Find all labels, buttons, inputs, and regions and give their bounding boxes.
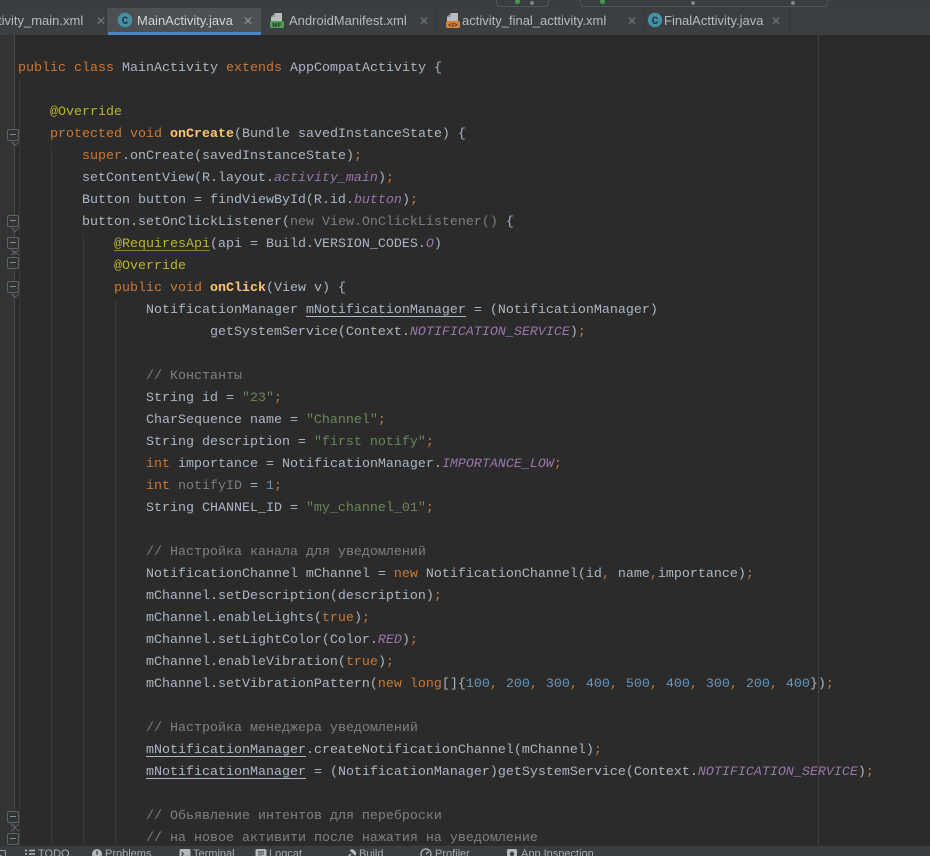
svg-text:</>: </>	[448, 22, 458, 29]
svg-text:C: C	[122, 16, 129, 28]
svg-text:MF: MF	[272, 22, 281, 29]
svg-text:C: C	[652, 16, 659, 28]
